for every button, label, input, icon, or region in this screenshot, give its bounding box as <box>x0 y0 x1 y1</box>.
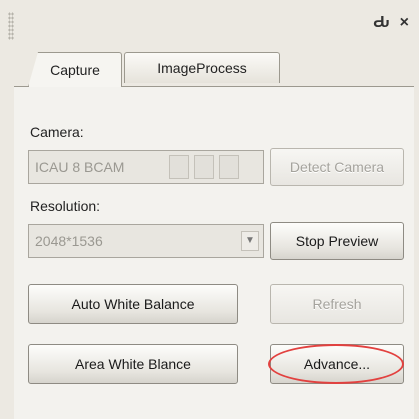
advance-button[interactable]: Advance... <box>270 344 404 384</box>
camera-field: ICAU 8 BCAM <box>28 150 264 184</box>
pin-icon[interactable]: Ԃ <box>373 14 389 32</box>
camera-field-segment <box>219 155 239 179</box>
detect-camera-button[interactable]: Detect Camera <box>270 148 404 186</box>
capture-panel: Ԃ × Capture ImageProcess Camera: ICAU 8 … <box>0 0 419 419</box>
panel-grip-handle[interactable] <box>8 12 14 40</box>
close-icon[interactable]: × <box>400 14 409 32</box>
camera-value: ICAU 8 BCAM <box>35 159 125 175</box>
chevron-down-icon[interactable]: ▼ <box>241 231 259 251</box>
refresh-button[interactable]: Refresh <box>270 284 404 324</box>
resolution-label: Resolution: <box>30 198 101 214</box>
camera-field-segment <box>169 155 189 179</box>
camera-label: Camera: <box>30 124 84 140</box>
resolution-select[interactable]: 2048*1536 ▼ <box>28 224 264 258</box>
panel-title-icons: Ԃ × <box>373 14 409 32</box>
stop-preview-button[interactable]: Stop Preview <box>270 222 404 260</box>
camera-field-segment <box>194 155 214 179</box>
area-white-balance-button[interactable]: Area White Blance <box>28 344 238 384</box>
tab-imageprocess[interactable]: ImageProcess <box>124 52 280 83</box>
tab-capture[interactable]: Capture <box>28 52 122 87</box>
auto-white-balance-button[interactable]: Auto White Balance <box>28 284 238 324</box>
resolution-value: 2048*1536 <box>35 233 103 249</box>
